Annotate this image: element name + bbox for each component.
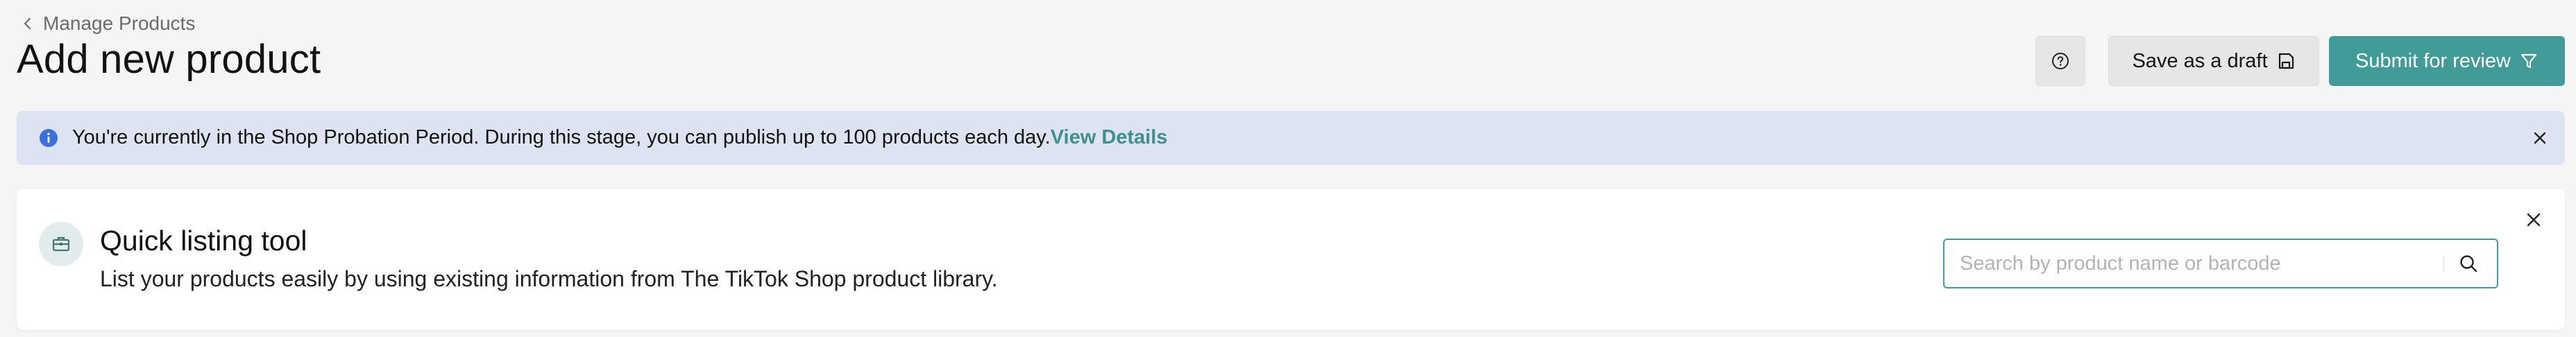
quick-listing-title: Quick listing tool: [100, 225, 307, 257]
toolbox-icon-badge: [39, 222, 83, 266]
close-icon[interactable]: [2525, 211, 2543, 229]
product-search-box[interactable]: [1943, 239, 2498, 288]
probation-notice-banner: You're currently in the Shop Probation P…: [17, 111, 2565, 165]
back-link-label: Manage Products: [43, 12, 196, 34]
toolbox-icon: [52, 236, 70, 252]
save-as-draft-label: Save as a draft: [2132, 49, 2268, 72]
submit-for-review-button[interactable]: Submit for review: [2329, 36, 2565, 86]
add-product-page: Manage Products Add new product Save as …: [0, 0, 2576, 337]
help-button[interactable]: [2035, 36, 2085, 86]
chevron-left-icon: [24, 17, 31, 30]
product-search-input[interactable]: [1944, 240, 2443, 287]
banner-text: You're currently in the Shop Probation P…: [72, 126, 1167, 149]
banner-message: You're currently in the Shop Probation P…: [72, 126, 1051, 148]
info-icon: [40, 129, 58, 147]
floppy-disk-icon: [2278, 53, 2294, 69]
quick-listing-description: List your products easily by using exist…: [100, 266, 998, 291]
search-divider: [2443, 256, 2444, 271]
view-details-link[interactable]: View Details: [1051, 126, 1168, 148]
close-icon[interactable]: [2532, 130, 2548, 146]
filter-funnel-icon: [2520, 53, 2537, 69]
help-circle-icon: [2052, 53, 2069, 69]
save-as-draft-button[interactable]: Save as a draft: [2108, 36, 2319, 86]
back-to-manage-products-link[interactable]: Manage Products: [21, 12, 195, 35]
page-title: Add new product: [17, 37, 321, 82]
search-icon[interactable]: [2458, 253, 2479, 274]
submit-for-review-label: Submit for review: [2355, 49, 2511, 72]
quick-listing-card: Quick listing tool List your products ea…: [17, 189, 2565, 330]
